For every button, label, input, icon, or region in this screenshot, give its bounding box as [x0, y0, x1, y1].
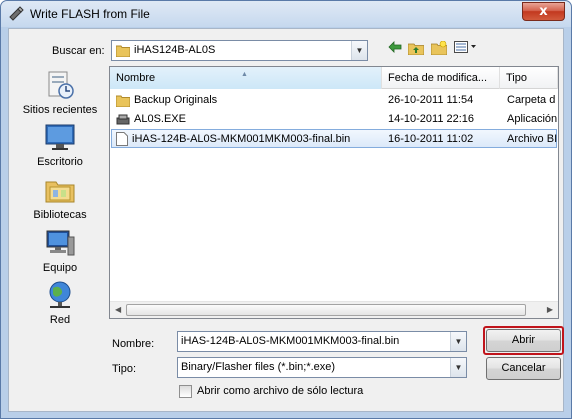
file-type: Archivo BI [507, 133, 557, 145]
network-icon [49, 281, 71, 308]
file-name: iHAS-124B-AL0S-MKM001MKM003-final.bin [132, 133, 351, 145]
filename-label: Nombre: [112, 338, 155, 350]
readonly-checkbox[interactable] [179, 385, 192, 398]
file-list[interactable]: ▲ Nombre Fecha de modifica... Tipo Backu… [109, 66, 559, 319]
chevron-down-icon[interactable]: ▼ [450, 358, 466, 377]
filename-field[interactable]: iHAS-124B-AL0S-MKM001MKM003-final.bin ▼ [177, 331, 467, 352]
lookin-label: Buscar en: [52, 45, 105, 57]
recent-places-icon [48, 71, 74, 99]
file-date: 14-10-2011 22:16 [388, 113, 475, 125]
computer-icon [46, 230, 75, 256]
scroll-right-icon[interactable]: ▶ [547, 305, 553, 314]
list-item-selected[interactable]: iHAS-124B-AL0S-MKM001MKM003-final.bin 16… [111, 129, 557, 148]
up-folder-icon[interactable] [406, 41, 426, 59]
window-title: Write FLASH from File [30, 7, 150, 21]
new-folder-icon[interactable] [429, 40, 449, 59]
horizontal-scrollbar[interactable]: ◀ ▶ [110, 301, 558, 318]
view-menu-icon[interactable] [452, 41, 480, 59]
file-name: Backup Originals [134, 94, 218, 106]
dialog-body: Buscar en: iHAS124B-AL0S ▼ Sitios recien… [8, 28, 564, 412]
back-icon[interactable] [385, 41, 405, 59]
close-button[interactable]: x [522, 2, 565, 21]
chevron-down-icon[interactable]: ▼ [450, 332, 466, 351]
lookin-value: iHAS124B-AL0S [134, 44, 216, 56]
places-bar: Sitios recientes Escritorio Bibliotecas [15, 69, 105, 326]
file-type: Carpeta d [507, 94, 556, 106]
open-button[interactable]: Abrir [486, 329, 561, 352]
filetype-label: Tipo: [112, 363, 137, 375]
place-network[interactable]: Red [15, 279, 105, 326]
dialog-window: Write FLASH from File x Buscar en: iHAS1… [0, 0, 572, 419]
libraries-icon [45, 181, 75, 203]
place-label: Sitios recientes [22, 104, 98, 116]
column-header-date[interactable]: Fecha de modifica... [382, 67, 500, 89]
place-recent[interactable]: Sitios recientes [15, 69, 105, 116]
place-label: Equipo [42, 262, 78, 274]
column-header-type[interactable]: Tipo [500, 67, 558, 89]
file-type: Aplicación [507, 113, 557, 125]
place-computer[interactable]: Equipo [15, 227, 105, 274]
file-date: 16-10-2011 11:02 [388, 133, 474, 145]
place-libraries[interactable]: Bibliotecas [15, 174, 105, 221]
chevron-down-icon[interactable]: ▼ [351, 41, 367, 60]
readonly-label: Abrir como archivo de sólo lectura [197, 385, 364, 397]
column-header-name[interactable]: ▲ Nombre [110, 67, 382, 89]
list-header: ▲ Nombre Fecha de modifica... Tipo [110, 67, 558, 89]
place-desktop[interactable]: Escritorio [15, 121, 105, 168]
folder-icon [116, 95, 130, 107]
filename-value: iHAS-124B-AL0S-MKM001MKM003-final.bin [181, 335, 400, 347]
list-item[interactable]: AL0S.EXE 14-10-2011 22:16 Aplicación [111, 110, 557, 129]
file-name: AL0S.EXE [134, 113, 186, 125]
list-item[interactable]: Backup Originals 26-10-2011 11:54 Carpet… [111, 91, 557, 110]
scroll-left-icon[interactable]: ◀ [115, 305, 121, 314]
cancel-button[interactable]: Cancelar [486, 357, 561, 380]
desktop-icon [45, 124, 75, 150]
filetype-value: Binary/Flasher files (*.bin;*.exe) [181, 361, 336, 373]
folder-icon [116, 45, 130, 57]
app-icon [9, 6, 24, 21]
title-bar[interactable]: Write FLASH from File x [1, 1, 571, 27]
lookin-combo[interactable]: iHAS124B-AL0S ▼ [111, 40, 368, 61]
sort-arrow-icon: ▲ [241, 71, 248, 78]
close-icon: x [539, 4, 548, 19]
exe-icon [116, 114, 130, 125]
file-date: 26-10-2011 11:54 [388, 94, 474, 106]
scrollbar-thumb[interactable] [126, 304, 526, 316]
filetype-select[interactable]: Binary/Flasher files (*.bin;*.exe) ▼ [177, 357, 467, 378]
place-label: Red [49, 314, 71, 326]
place-label: Escritorio [37, 156, 83, 168]
file-icon [116, 132, 128, 147]
place-label: Bibliotecas [33, 209, 87, 221]
